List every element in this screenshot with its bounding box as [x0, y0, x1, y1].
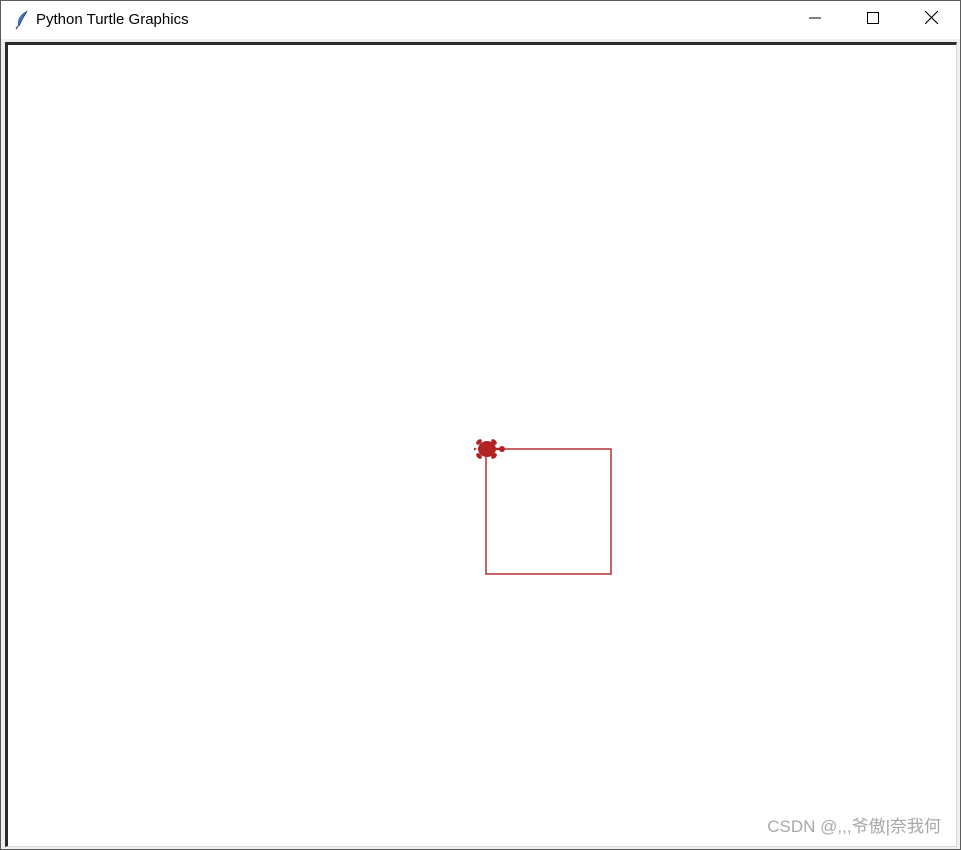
watermark-text: CSDN @,,,爷傲|奈我何 — [767, 817, 941, 836]
drawing-surface — [474, 439, 612, 575]
feather-icon — [14, 10, 30, 30]
drawn-square — [485, 448, 612, 575]
maximize-button[interactable] — [844, 1, 902, 39]
window-title: Python Turtle Graphics — [36, 11, 189, 28]
title-bar[interactable]: Python Turtle Graphics — [1, 1, 960, 39]
turtle-window: Python Turtle Graphics CSDN @,,,爷傲|奈我何 — [0, 0, 961, 850]
close-icon — [924, 10, 938, 29]
turtle-canvas[interactable]: CSDN @,,,爷傲|奈我何 — [5, 42, 957, 847]
minimize-button[interactable] — [786, 1, 844, 39]
maximize-icon — [867, 11, 879, 29]
close-button[interactable] — [902, 1, 960, 39]
turtle-cursor — [474, 439, 505, 459]
minimize-icon — [809, 11, 821, 29]
